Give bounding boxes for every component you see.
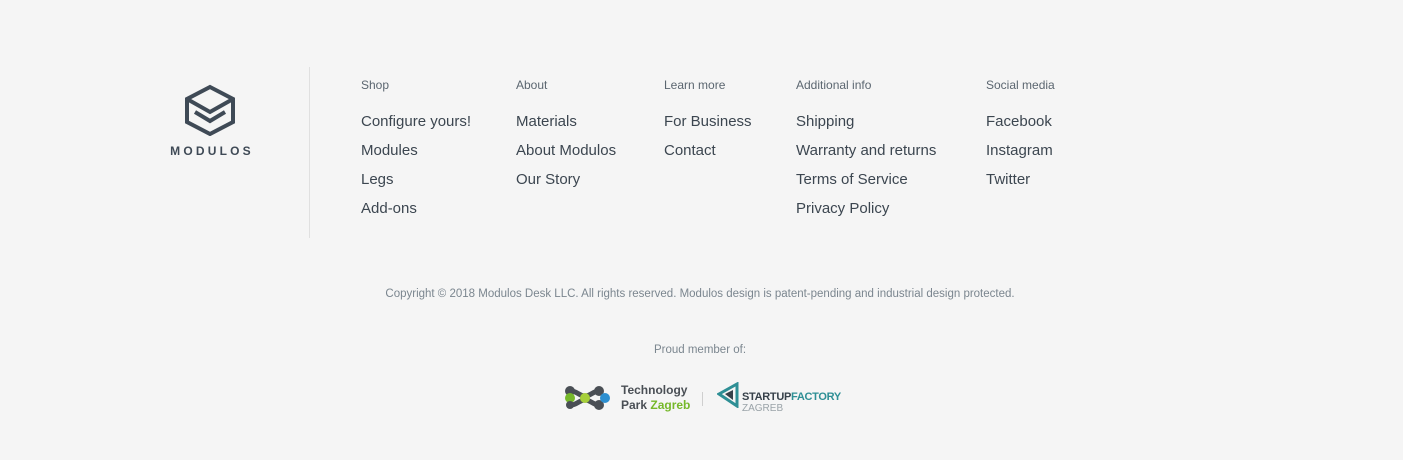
suf-sub: ZAGREB: [742, 403, 784, 414]
footer-link-instagram[interactable]: Instagram: [986, 136, 1055, 165]
footer-link[interactable]: Shipping: [796, 107, 936, 136]
startup-factory-logo-icon: [717, 382, 739, 408]
technology-park-name: Technology Park Zagreb: [621, 383, 690, 413]
footer-link[interactable]: Warranty and returns: [796, 136, 936, 165]
footer-link[interactable]: Legs: [361, 165, 471, 194]
brand-name: MODULOS: [170, 144, 254, 158]
column-heading: About: [516, 78, 548, 92]
technology-park-zagreb-logo[interactable]: Technology Park Zagreb: [563, 380, 693, 416]
footer-column-social-media: Social media Facebook Instagram Twitter: [986, 78, 1055, 201]
footer-column-shop: Shop Configure yours! Modules Legs Add-o…: [361, 78, 471, 230]
technology-park-logo-icon: [565, 386, 610, 410]
footer-column-about: About Materials About Modulos Our Story: [516, 78, 616, 201]
tpz-line1: Technology: [621, 383, 688, 397]
footer-link[interactable]: About Modulos: [516, 136, 616, 165]
footer-link[interactable]: Materials: [516, 107, 616, 136]
footer-link-twitter[interactable]: Twitter: [986, 165, 1055, 194]
column-heading: Learn more: [664, 78, 726, 92]
column-heading: Additional info: [796, 78, 872, 92]
footer-link[interactable]: Privacy Policy: [796, 194, 936, 223]
column-heading: Social media: [986, 78, 1055, 92]
modulos-cube-logo-icon: [185, 84, 235, 136]
column-heading: Shop: [361, 78, 390, 92]
tpz-line2b: Zagreb: [650, 398, 691, 412]
footer-column-additional-info: Additional info Shipping Warranty and re…: [796, 78, 936, 230]
proud-member-label: Proud member of:: [653, 344, 747, 356]
copyright-text: Copyright © 2018 Modulos Desk LLC. All r…: [385, 288, 1015, 300]
footer-link-facebook[interactable]: Facebook: [986, 107, 1055, 136]
footer-link[interactable]: For Business: [664, 107, 752, 136]
member-logos: Technology Park Zagreb STARTUPFACTORY ZA…: [563, 380, 843, 420]
footer-column-learn-more: Learn more For Business Contact: [664, 78, 752, 172]
footer-link[interactable]: Add-ons: [361, 194, 471, 223]
footer-link[interactable]: Terms of Service: [796, 165, 936, 194]
suf-word2: FACTORY: [791, 391, 841, 403]
modulos-logo[interactable]: MODULOS: [160, 84, 260, 158]
member-divider: [702, 392, 703, 406]
startup-factory-zagreb-logo[interactable]: STARTUPFACTORY ZAGREB: [717, 382, 847, 418]
tpz-line2a: Park: [621, 398, 648, 412]
footer-link[interactable]: Our Story: [516, 165, 616, 194]
suf-word1: STARTUP: [742, 391, 792, 403]
footer-link[interactable]: Configure yours!: [361, 107, 471, 136]
footer-link[interactable]: Modules: [361, 136, 471, 165]
vertical-divider: [309, 67, 310, 238]
startup-factory-name: STARTUPFACTORY ZAGREB: [742, 391, 841, 415]
footer-link[interactable]: Contact: [664, 136, 752, 165]
